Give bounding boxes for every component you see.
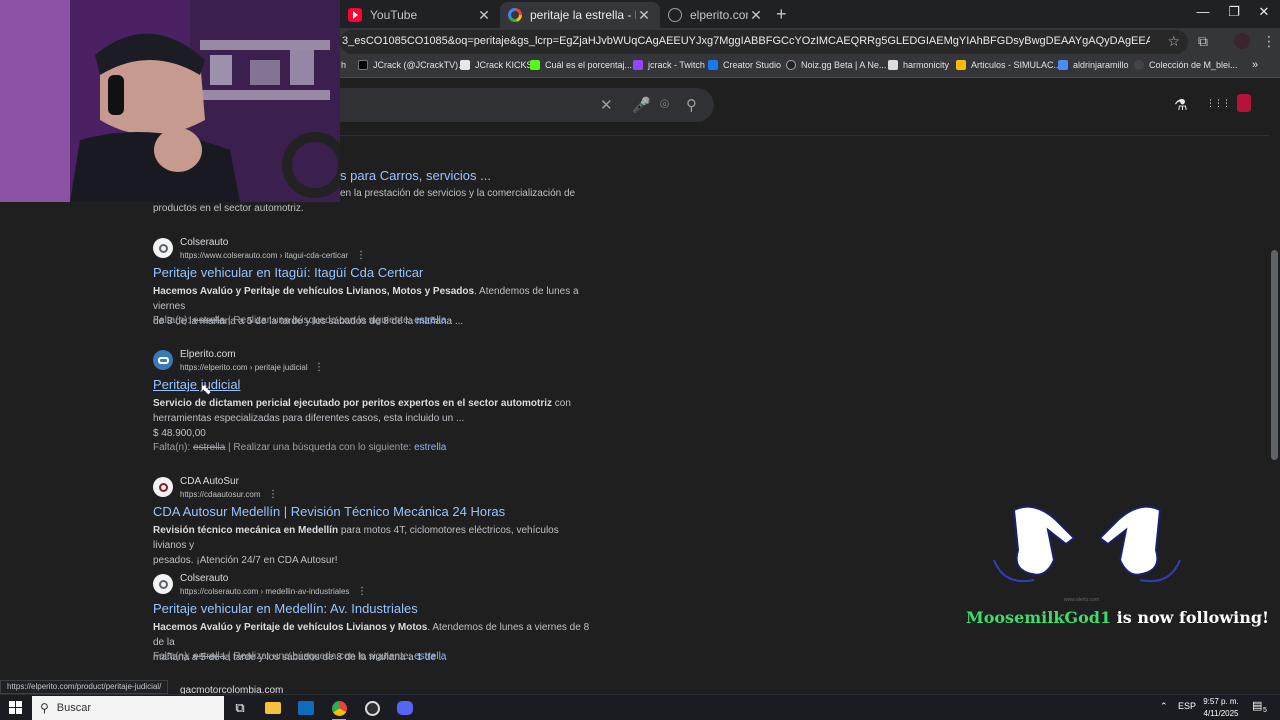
missing-terms: Falta(n): estrella | Realizar una búsque… bbox=[153, 315, 446, 326]
clapping-hands-icon bbox=[993, 505, 1181, 582]
streamer-webcam-image bbox=[0, 0, 340, 202]
more-options-icon[interactable]: ⋮ bbox=[314, 362, 324, 373]
screen: YouTube ✕ peritaje la estrella - Buscar … bbox=[0, 0, 1280, 720]
missing-label: Falta(n): bbox=[153, 315, 191, 326]
more-options-icon[interactable]: ⋮ bbox=[268, 489, 278, 500]
search-icon: ⚲ bbox=[40, 701, 49, 715]
result-title[interactable]: Peritaje judicial bbox=[153, 377, 240, 392]
result-title[interactable]: Peritaje vehicular en Itagüí: Itagüí Cda… bbox=[153, 265, 423, 280]
link-status-bar: https://elperito.com/product/peritaje-ju… bbox=[0, 680, 169, 694]
clock-time: 9:57 p. m. bbox=[1203, 697, 1239, 706]
result-snippet: en la prestación de servicios y la comer… bbox=[340, 188, 576, 199]
site-url: https://www.colserauto.com › itagui-cda-… bbox=[180, 251, 349, 260]
windows-start-icon[interactable] bbox=[9, 701, 22, 714]
taskbar-search-input[interactable]: ⚲ Buscar bbox=[32, 696, 224, 720]
missing-word: estrella bbox=[193, 651, 226, 662]
site-name: CDA AutoSur bbox=[180, 476, 239, 487]
result-title[interactable]: CDA Autosur Medellín | Revisión Técnico … bbox=[153, 504, 505, 519]
snippet-text: pesados. ¡Atención 24/7 en CDA Autosur! bbox=[153, 555, 338, 566]
task-view-icon[interactable]: ⧉ bbox=[229, 698, 251, 718]
car-icon bbox=[153, 350, 173, 370]
missing-text: | Realizar una búsqueda con lo siguiente… bbox=[228, 315, 412, 326]
follower-text: is now following! bbox=[1116, 608, 1270, 627]
missing-text: | Realizar una búsqueda con lo siguiente… bbox=[228, 651, 412, 662]
result-title[interactable]: Peritaje vehicular en Medellín: Av. Indu… bbox=[153, 601, 418, 616]
snippet-bold: Hacemos Avalúo y Peritaje de vehículos L… bbox=[153, 622, 428, 633]
snippet-bold: Servicio de dictamen pericial ejecutado … bbox=[153, 398, 553, 409]
site-favicon bbox=[153, 574, 173, 594]
site-url: https://colserauto.com › medellin-av-ind… bbox=[180, 587, 350, 596]
result-title[interactable]: s para Carros, servicios ... bbox=[340, 168, 491, 183]
scrollbar-thumb[interactable] bbox=[1271, 250, 1278, 460]
chrome-icon[interactable] bbox=[328, 698, 350, 720]
snippet-bold: Hacemos Avalúo y Peritaje de vehículos L… bbox=[153, 286, 475, 297]
clock[interactable]: 9:57 p. m. 4/11/2025 bbox=[1198, 696, 1244, 720]
missing-terms: Falta(n): estrella | Realizar una búsque… bbox=[153, 651, 446, 662]
clock-date: 4/11/2025 bbox=[1203, 709, 1239, 718]
missing-label: Falta(n): bbox=[153, 651, 191, 662]
obs-icon[interactable] bbox=[361, 698, 383, 718]
snippet-text: herramientas especializadas para diferen… bbox=[153, 413, 465, 424]
outlook-icon[interactable] bbox=[295, 698, 317, 718]
taskbar-search-label: Buscar bbox=[56, 702, 92, 714]
snippet-text: con bbox=[552, 398, 571, 409]
tray-overflow-icon[interactable]: ⌃ bbox=[1160, 701, 1168, 712]
site-url: https://cdaautosur.com bbox=[180, 490, 261, 499]
taskbar: ⚲ Buscar ⧉ ⌃ ESP 9:57 p. m. 4/11/2025 ▤ … bbox=[0, 694, 1280, 720]
site-url: https://elperito.com › peritaje judicial bbox=[180, 363, 308, 372]
result-snippet: Revisión técnico mecánica en Medellín pa… bbox=[153, 523, 593, 568]
search-with-term-link[interactable]: estrella bbox=[414, 315, 446, 326]
cda-autosur-icon bbox=[153, 477, 173, 497]
search-with-term-link[interactable]: estrella bbox=[414, 442, 446, 453]
site-name: Colserauto bbox=[180, 237, 229, 248]
missing-terms: Falta(n): estrella | Realizar una búsque… bbox=[153, 442, 446, 453]
search-with-term-link[interactable]: estrella bbox=[414, 651, 446, 662]
notification-count: 5 bbox=[1263, 707, 1267, 714]
site-name: Colserauto bbox=[180, 573, 229, 584]
site-favicon bbox=[153, 238, 173, 258]
site-name: Elperito.com bbox=[180, 349, 236, 360]
missing-word: estrella bbox=[193, 315, 226, 326]
alert-watermark: www.alerts.com bbox=[1064, 597, 1100, 603]
missing-label: Falta(n): bbox=[153, 442, 191, 453]
result-snippet: productos en el sector automotriz. bbox=[153, 203, 304, 214]
webcam-overlay bbox=[0, 0, 340, 202]
more-options-icon[interactable]: ⋮ bbox=[357, 586, 367, 597]
missing-text: | Realizar una búsqueda con lo siguiente… bbox=[228, 442, 412, 453]
discord-icon[interactable] bbox=[394, 698, 416, 718]
alert-message: MoosemilkGod1 is now following! bbox=[966, 608, 1269, 627]
result-price: $ 48.900,00 bbox=[153, 428, 206, 439]
more-options-icon[interactable]: ⋮ bbox=[356, 250, 366, 261]
language-indicator[interactable]: ESP bbox=[1178, 701, 1196, 711]
missing-word: estrella bbox=[193, 442, 226, 453]
follower-name: MoosemilkGod1 bbox=[966, 608, 1112, 627]
result-snippet: Servicio de dictamen pericial ejecutado … bbox=[153, 396, 593, 426]
snippet-bold: Revisión técnico mecánica en Medellín bbox=[153, 525, 339, 536]
file-explorer-icon[interactable] bbox=[262, 698, 284, 718]
notification-icon[interactable]: ▤ bbox=[1252, 699, 1262, 712]
